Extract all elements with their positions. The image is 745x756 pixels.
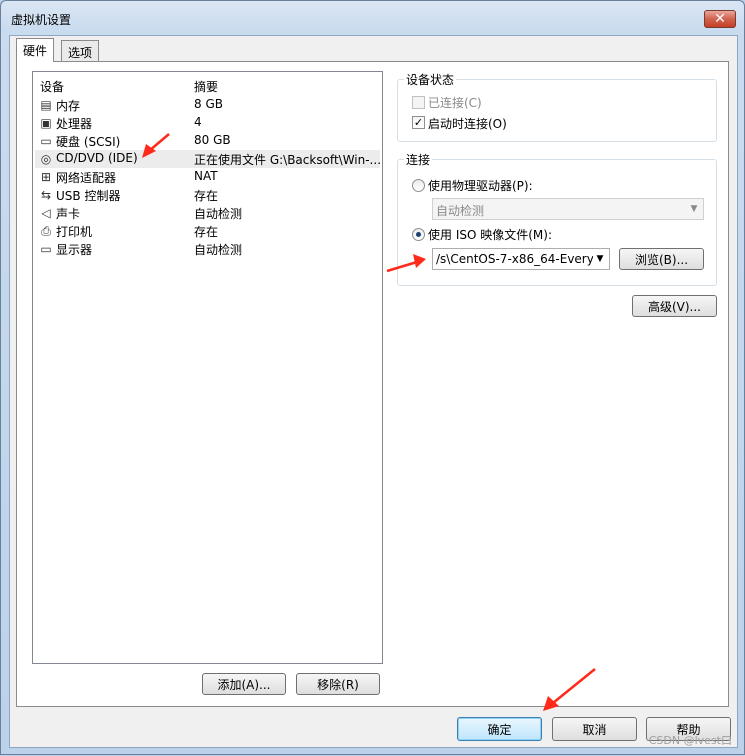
watermark: CSDN @lvest口: [648, 734, 732, 747]
arrow-ok-button: [543, 668, 596, 711]
arrow-cd-dvd: [142, 133, 170, 158]
vm-settings-window: 虚拟机设置 ✕ 硬件 选项 设备 摘要 ▤ 内存 8 GB ▣ 处理器 4 ▭ 硬盘 (SCS…: [0, 0, 745, 755]
tab-hardware-label: 硬件: [23, 44, 48, 58]
arrow-iso-path: [386, 254, 426, 273]
annotation-arrows: [142, 133, 596, 711]
tab-hardware[interactable]: 硬件: [16, 38, 55, 62]
